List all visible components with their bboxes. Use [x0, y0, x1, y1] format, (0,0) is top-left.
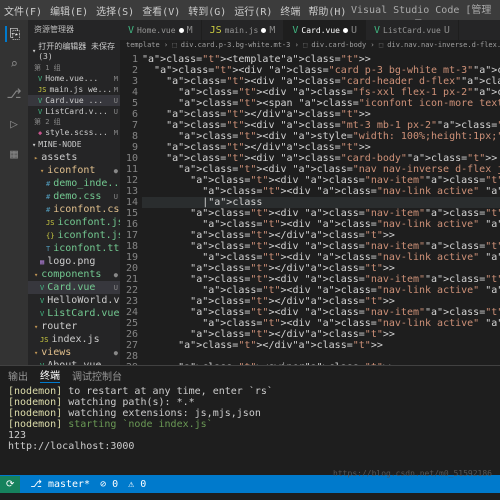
sync-icon[interactable]: ⟳	[0, 476, 20, 493]
tree-item[interactable]: Ticonfont.ttfU	[28, 242, 120, 255]
source-control-icon[interactable]: ⎇	[6, 86, 22, 102]
terminal-tab[interactable]: 终端	[40, 367, 60, 383]
tree-item[interactable]: #iconfont.cssM	[28, 203, 120, 216]
menu-item[interactable]: 终端	[280, 3, 300, 18]
open-file-item[interactable]: VHome.vue...M	[28, 73, 120, 84]
tree-item[interactable]: VHelloWorld.vue	[28, 294, 120, 307]
menu-item[interactable]: 编辑(E)	[50, 3, 88, 18]
code-lines[interactable]: "a">class="t"><template"a">class="t">> "…	[142, 54, 500, 365]
tree-item[interactable]: JSiconfont.jsU	[28, 216, 120, 229]
editor-area: VHome.vueMJSmain.jsMVCard.vueUVListCard.…	[120, 20, 500, 365]
tree-item[interactable]: {}iconfont.jsonU	[28, 229, 120, 242]
sidebar: 资源管理器 打开的编辑器 未保存(3) 第 1 组 VHome.vue...MJ…	[28, 20, 120, 365]
open-editors-header[interactable]: 打开的编辑器 未保存(3)	[28, 39, 120, 63]
tree-item[interactable]: VCard.vueU	[28, 281, 120, 294]
tree-item[interactable]: #demo.cssU	[28, 190, 120, 203]
tree-item[interactable]: ▾views●	[28, 346, 120, 359]
menu-item[interactable]: 选择(S)	[96, 3, 134, 18]
open-file-item[interactable]: VListCard.v...U	[28, 106, 120, 117]
tree-item[interactable]: VListCard.vueU	[28, 307, 120, 320]
code-editor[interactable]: 1234567891011121314151617181920212223242…	[120, 54, 500, 365]
tree-item[interactable]: ▦logo.png	[28, 255, 120, 268]
tree-item[interactable]: ▸assets	[28, 151, 120, 164]
watermark: https://blog.csdn.net/m0_51592186	[333, 469, 492, 478]
debug-icon[interactable]: ▷	[6, 116, 22, 132]
tree-item[interactable]: JSindex.js	[28, 333, 120, 346]
menu-bar: 文件(F) 编辑(E) 选择(S) 查看(V) 转到(G) 运行(R) 终端帮助(H)	[4, 3, 346, 18]
project-header[interactable]: MINE-NODE	[28, 138, 120, 151]
extensions-icon[interactable]: ▦	[6, 146, 22, 162]
warnings-count[interactable]: ⚠ 0	[128, 479, 146, 490]
terminal-panel: 输出终端调试控制台 [nodemon] to restart at any ti…	[0, 365, 500, 475]
menu-item[interactable]: 帮助(H)	[308, 3, 346, 18]
activity-bar: ⎘ ⌕ ⎇ ▷ ▦	[0, 20, 28, 365]
breadcrumb[interactable]: template › ⬚ div.card.p-3.bg-white.mt-3 …	[120, 40, 500, 54]
editor-tab[interactable]: JSmain.jsM	[202, 20, 285, 40]
tree-item[interactable]: ▾iconfont●	[28, 164, 120, 177]
tree-item[interactable]: #demo_inde...U	[28, 177, 120, 190]
sidebar-title: 资源管理器	[28, 20, 120, 39]
editor-tab[interactable]: VHome.vueM	[120, 20, 202, 40]
terminal-output[interactable]: [nodemon] to restart at any time, enter …	[0, 384, 500, 454]
open-file-item[interactable]: ◆style.scss...M	[28, 127, 120, 138]
tree-item[interactable]: VAbout.vue	[28, 359, 120, 365]
title-bar: 文件(F)编辑(E)选择(S)查看(V)转到(G)运行(R)终端帮助(H) ● …	[0, 0, 500, 20]
search-icon[interactable]: ⌕	[6, 56, 22, 72]
explorer-icon[interactable]: ⎘	[5, 26, 21, 42]
tree-item[interactable]: ▾router	[28, 320, 120, 333]
errors-count[interactable]: ⊘ 0	[100, 479, 118, 490]
group-1-label: 第 1 组	[28, 63, 120, 73]
menu-item[interactable]: 文件(F)	[4, 3, 42, 18]
menu-item[interactable]: 转到(G)	[188, 3, 226, 18]
terminal-tabs: 输出终端调试控制台	[0, 366, 500, 384]
editor-tabs: VHome.vueMJSmain.jsMVCard.vueUVListCard.…	[120, 20, 500, 40]
menu-item[interactable]: 运行(R)	[234, 3, 272, 18]
open-file-item[interactable]: VCard.vue ...U	[28, 95, 120, 106]
open-file-item[interactable]: JSmain.js we...M	[28, 84, 120, 95]
editor-tab[interactable]: VCard.vueU	[284, 20, 366, 40]
git-branch[interactable]: ⎇ master*	[30, 479, 90, 490]
group-2-label: 第 2 组	[28, 117, 120, 127]
menu-item[interactable]: 查看(V)	[142, 3, 180, 18]
tree-item[interactable]: ▾components●	[28, 268, 120, 281]
terminal-tab[interactable]: 输出	[8, 368, 28, 383]
terminal-tab[interactable]: 调试控制台	[72, 368, 122, 383]
editor-tab[interactable]: VListCard.vueU	[366, 20, 459, 40]
line-gutter: 1234567891011121314151617181920212223242…	[120, 54, 142, 365]
